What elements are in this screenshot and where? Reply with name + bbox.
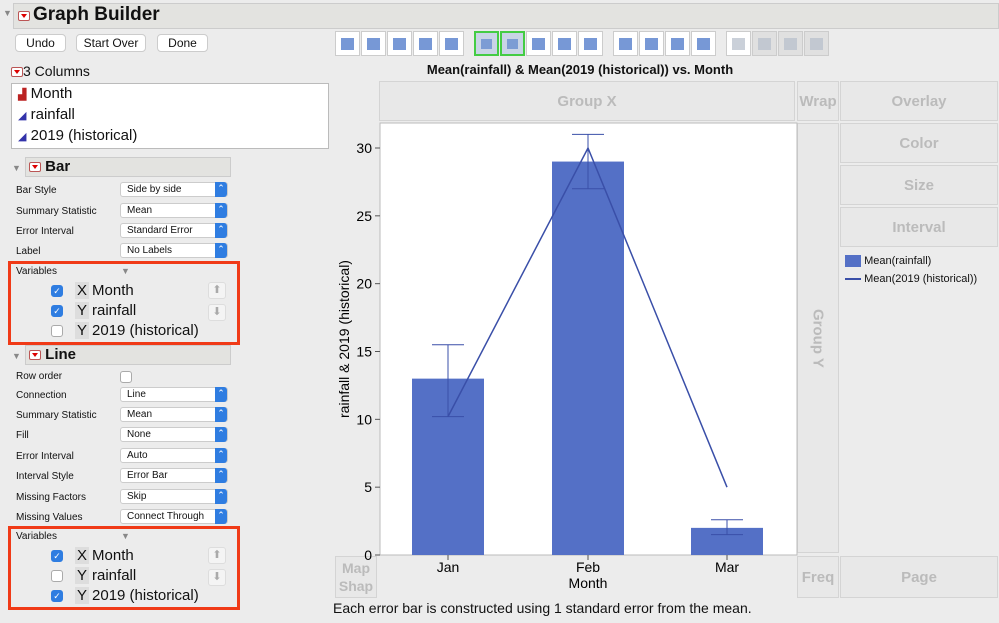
y-tick-label: 25	[356, 208, 372, 224]
y-tick-label: 10	[356, 411, 372, 427]
x-axis-label: Month	[569, 575, 608, 591]
legend-line-swatch	[845, 278, 861, 281]
y-tick-label: 5	[364, 479, 372, 495]
legend: Mean(rainfall) Mean(2019 (historical))	[845, 252, 977, 288]
y-tick-label: 0	[364, 547, 372, 563]
chart: 0 5 10 15 20 25 30 Jan Feb Mar Month rainfall & 201…	[336, 122, 798, 591]
y-tick-label: 15	[356, 344, 372, 360]
bar-Feb	[552, 161, 624, 556]
x-tick-label: Mar	[715, 559, 739, 575]
y-axis-label: rainfall & 2019 (historical)	[336, 260, 352, 418]
x-tick-label: Feb	[576, 559, 600, 575]
legend-bar-swatch	[845, 255, 861, 268]
y-tick-label: 30	[356, 140, 372, 156]
footnote: Each error bar is constructed using 1 st…	[333, 600, 752, 616]
y-tick-label: 20	[356, 276, 372, 292]
x-tick-label: Jan	[437, 559, 460, 575]
